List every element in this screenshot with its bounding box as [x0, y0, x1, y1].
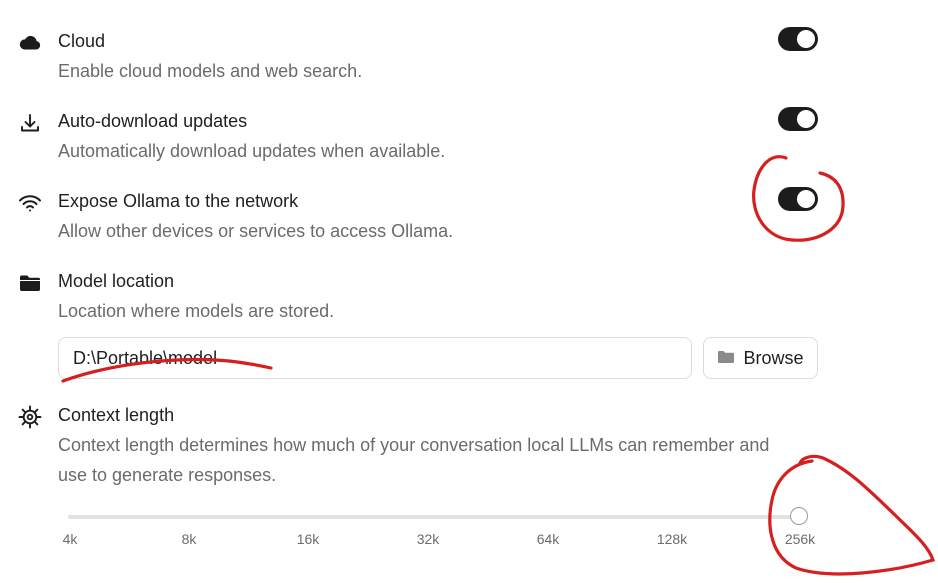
toggle-knob [797, 30, 815, 48]
toggle-knob [797, 110, 815, 128]
context-length-description-line1: Context length determines how much of yo… [58, 435, 770, 455]
expose-network-toggle[interactable] [778, 187, 818, 211]
slider-tick-label: 256k [784, 531, 816, 547]
download-icon [18, 111, 42, 135]
slider-tick-label: 4k [62, 531, 78, 547]
model-path-input[interactable] [58, 337, 692, 379]
context-length-slider-track[interactable] [68, 515, 800, 519]
slider-tick-label: 16k [296, 531, 320, 547]
model-location-title: Model location [58, 271, 175, 291]
cloud-icon [18, 30, 42, 54]
slider-tick-label: 64k [536, 531, 560, 547]
folder-icon [18, 271, 42, 295]
auto-download-toggle[interactable] [778, 107, 818, 131]
slider-tick-label: 128k [656, 531, 688, 547]
gear-icon [18, 405, 42, 429]
toggle-knob [797, 190, 815, 208]
model-location-description: Location where models are stored. [58, 301, 335, 321]
expose-network-title: Expose Ollama to the network [58, 191, 299, 211]
auto-download-title: Auto-download updates [58, 111, 248, 131]
cloud-toggle[interactable] [778, 27, 818, 51]
cloud-title: Cloud [58, 31, 106, 51]
wifi-icon [18, 191, 42, 215]
context-length-slider-thumb[interactable] [790, 507, 808, 525]
context-length-title: Context length [58, 405, 175, 425]
cloud-description: Enable cloud models and web search. [58, 61, 363, 81]
expose-network-description: Allow other devices or services to acces… [58, 221, 454, 241]
browse-button[interactable]: Browse [703, 337, 818, 379]
folder-icon [717, 348, 735, 369]
context-length-description-line2: use to generate responses. [58, 465, 277, 485]
slider-tick-label: 8k [181, 531, 197, 547]
slider-tick-label: 32k [416, 531, 440, 547]
auto-download-description: Automatically download updates when avai… [58, 141, 446, 161]
browse-label: Browse [743, 347, 804, 368]
